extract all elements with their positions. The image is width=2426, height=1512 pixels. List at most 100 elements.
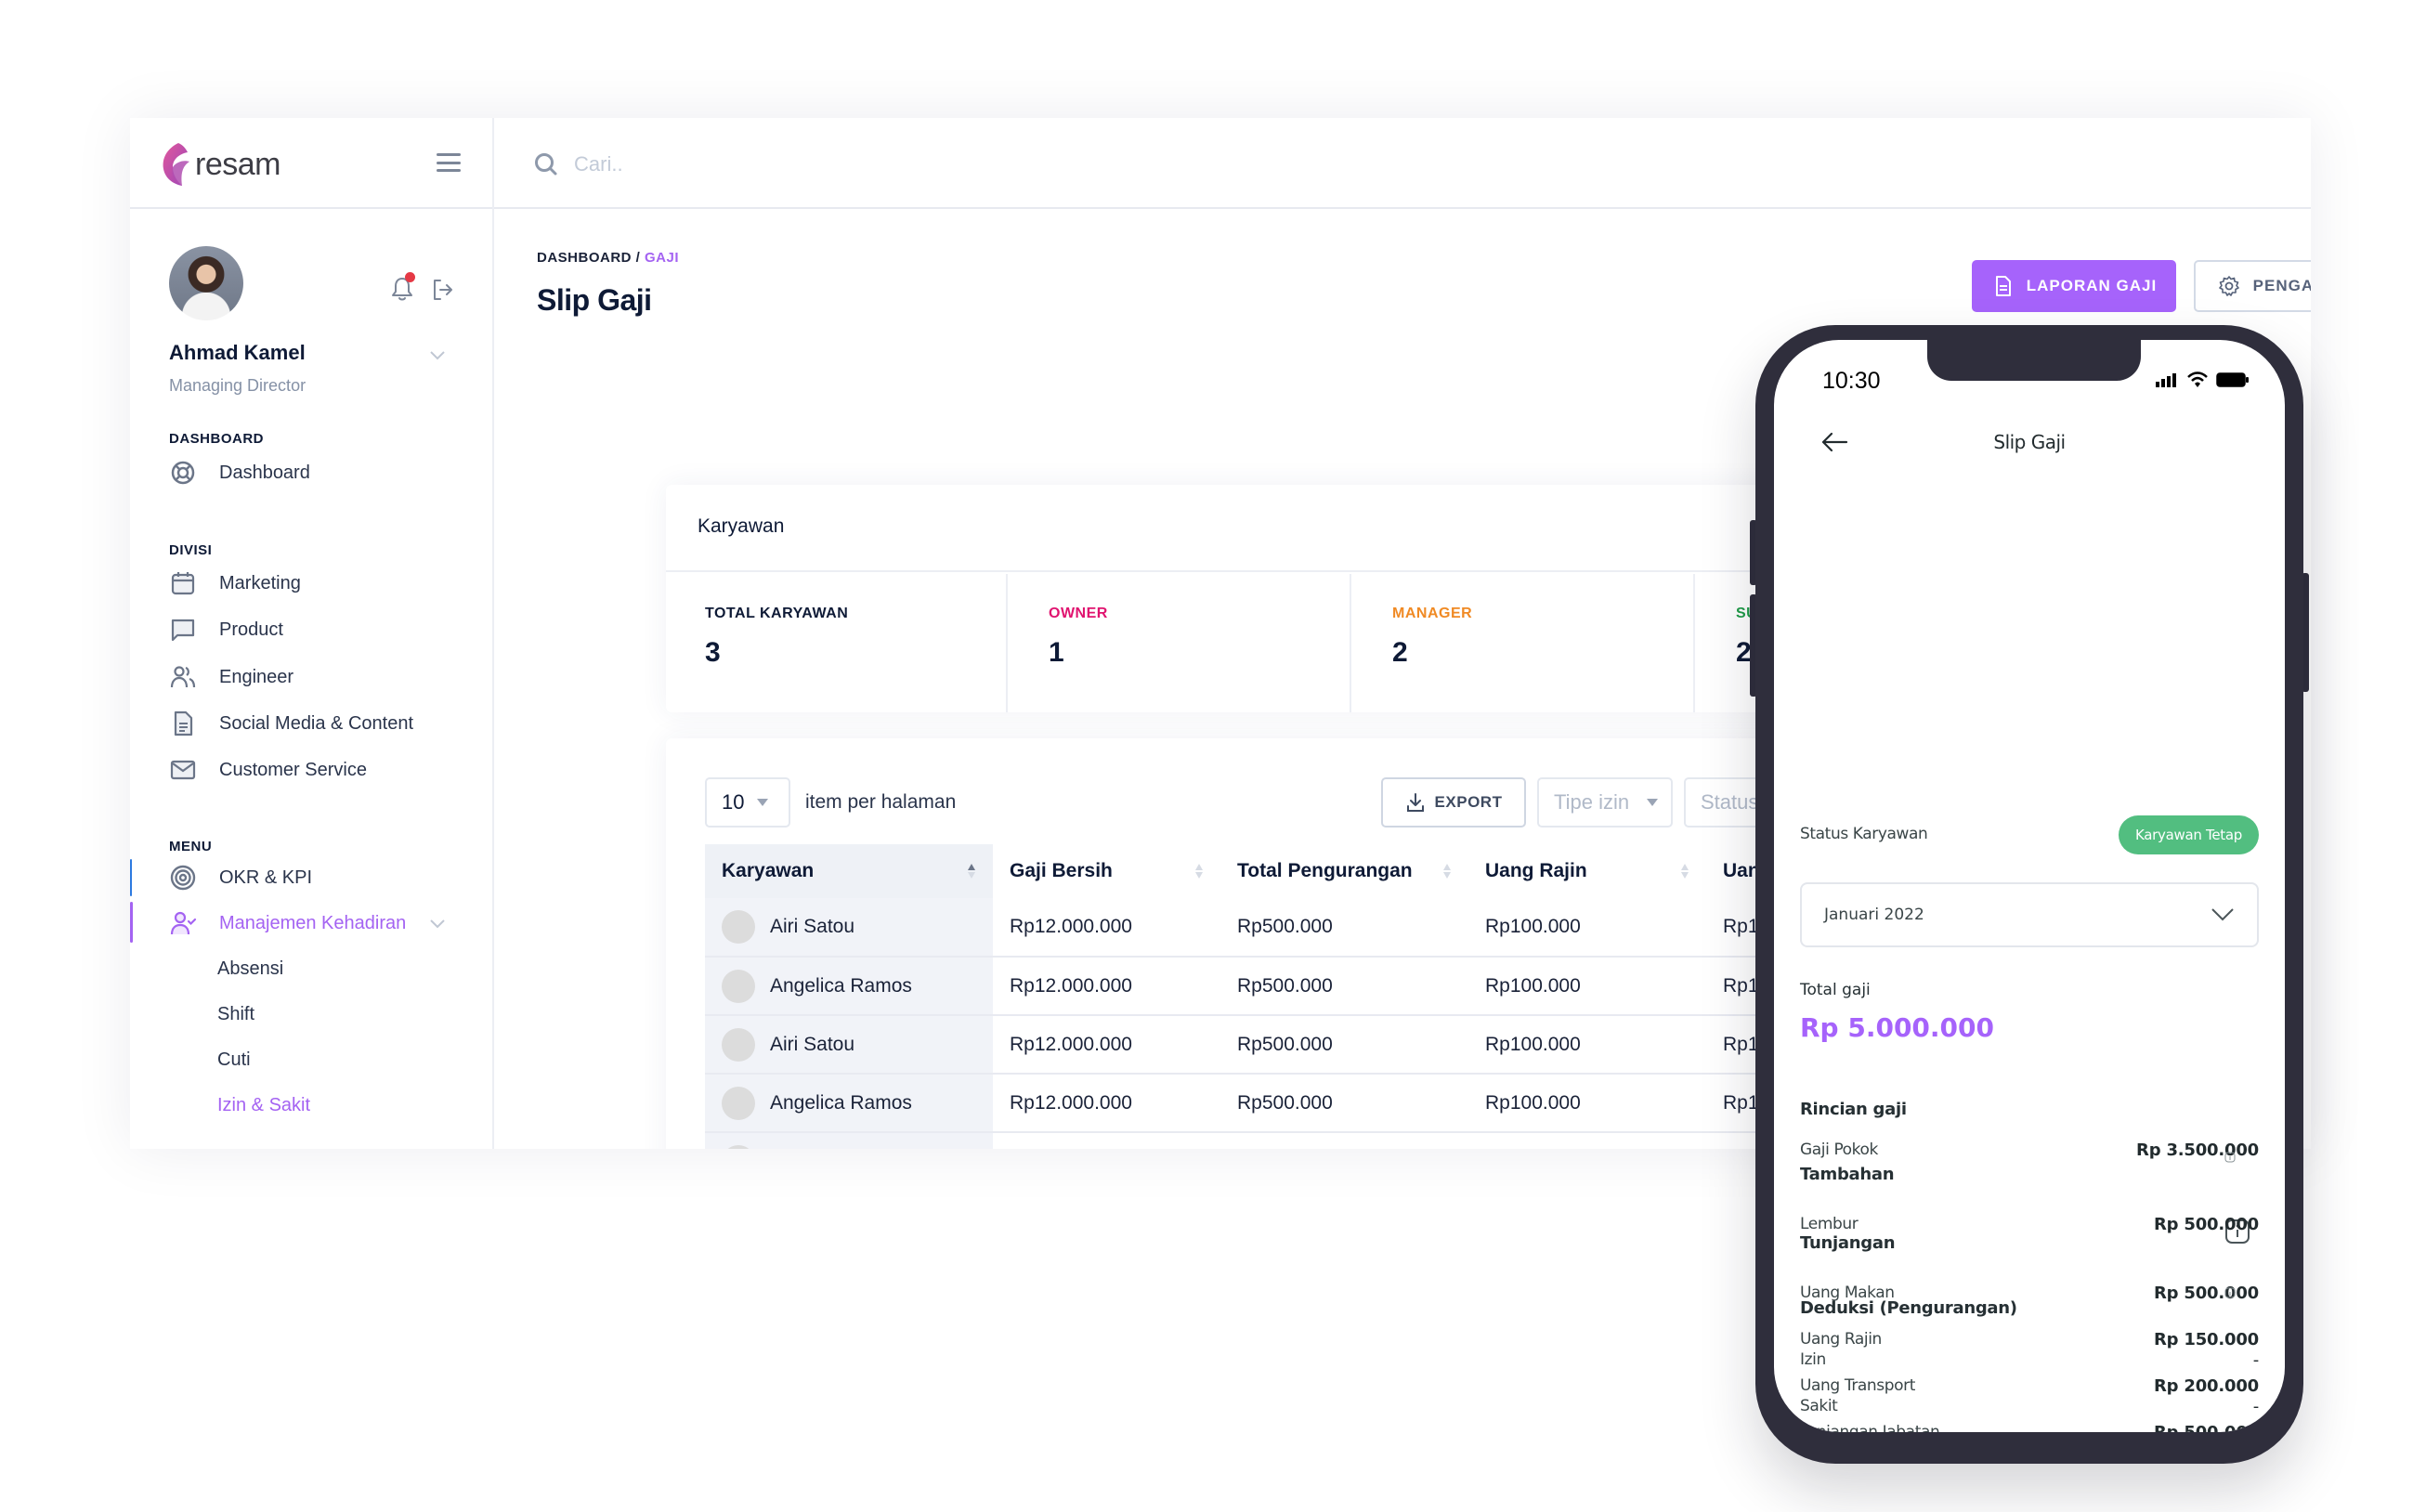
column-header-karyawan[interactable]: Karyawan	[705, 844, 993, 898]
employee-info: Airi Satou	[722, 910, 976, 944]
section-label-divisi: DIVISI	[169, 542, 213, 558]
battery-icon	[2216, 372, 2249, 387]
sidebar-item-label: Customer Service	[219, 759, 367, 780]
logout-icon[interactable]	[431, 278, 455, 302]
employee-stats-card: Karyawan TOTAL KARYAWAN 3 OWNER 1 MANAGE…	[666, 485, 1911, 712]
table-row[interactable]: Airi Satou Rp12.000.000Rp500.000Rp100.000…	[705, 898, 1911, 958]
stats-card-title: Karyawan	[698, 515, 785, 537]
breadcrumb: DASHBOARD / GAJI	[537, 250, 679, 266]
hover-indicator	[130, 859, 132, 896]
employee-name[interactable]: Airi Satou	[770, 1034, 854, 1056]
info-icon[interactable]	[2224, 1152, 2236, 1163]
sidebar-subitem-shift[interactable]: Shift	[217, 1004, 254, 1025]
breadcrumb-parent[interactable]: DASHBOARD	[537, 250, 632, 266]
employee-cell: Angelica Ramos	[705, 1074, 993, 1133]
employee-name[interactable]: Angelica Ramos	[770, 1092, 912, 1114]
employee-name[interactable]: Airi Satou	[770, 916, 854, 938]
status-karyawan-label: Status Karyawan	[1800, 825, 1928, 843]
column-header-label: Karyawan	[722, 860, 815, 881]
sidebar-item-marketing[interactable]: Marketing	[169, 567, 301, 600]
table-cell: Rp500.000	[1220, 957, 1468, 1016]
table-cell: Rp500.000	[1220, 1132, 1468, 1149]
column-header-gaji-bersih[interactable]: Gaji Bersih	[993, 844, 1220, 898]
table-cell: Rp12.000.000	[993, 957, 1220, 1016]
user-role: Managing Director	[169, 376, 307, 395]
filter-placeholder: Tipe izin	[1554, 790, 1630, 814]
deduksi-item-label: Izin	[1800, 1350, 1826, 1369]
sidebar-item-product[interactable]: Product	[169, 613, 283, 646]
chat-icon	[171, 619, 195, 642]
lifebuoy-icon	[171, 461, 195, 485]
sidebar-subitem-izin-sakit[interactable]: Izin & Sakit	[217, 1095, 310, 1116]
tipe-izin-filter[interactable]: Tipe izin	[1537, 777, 1673, 828]
sidebar-item-label: Engineer	[219, 666, 294, 687]
sidebar-item-manajemen-kehadiran[interactable]: Manajemen Kehadiran	[169, 906, 406, 940]
sort-icon	[1195, 864, 1203, 879]
total-gaji-value: Rp 5.000.000	[1800, 1012, 1995, 1043]
target-icon	[170, 865, 196, 891]
document-icon	[174, 710, 193, 736]
chevron-down-icon[interactable]	[429, 350, 446, 361]
caret-down-icon	[757, 799, 769, 806]
notification-dot	[405, 272, 415, 282]
employee-avatar	[722, 1086, 755, 1120]
avatar[interactable]	[169, 246, 243, 320]
caret-down-icon	[1647, 799, 1658, 806]
per-page-value: 10	[722, 790, 745, 814]
employee-avatar	[722, 910, 755, 944]
search-bar[interactable]	[533, 144, 1090, 185]
sidebar-item-label: Manajemen Kehadiran	[219, 912, 407, 933]
sidebar-item-social-media[interactable]: Social Media & Content	[169, 707, 413, 740]
pengaturan-label: PENGATURAN	[2252, 277, 2311, 294]
employee-status-badge: Karyawan Tetap	[2119, 815, 2259, 854]
table-header-row: Karyawan Gaji Bersih Total Pengurangan U…	[705, 844, 1911, 898]
sidebar-item-okr-kpi[interactable]: OKR & KPI	[169, 861, 312, 894]
sidebar-subitem-absensi[interactable]: Absensi	[217, 958, 283, 980]
breadcrumb-current: GAJI	[645, 250, 680, 266]
pengaturan-button[interactable]: PENGATURAN	[2194, 260, 2311, 312]
breadcrumb-separator: /	[632, 250, 646, 266]
table-row[interactable]: Airi Satou Rp12.000.000Rp500.000Rp100.000…	[705, 1015, 1911, 1075]
stat-label: TOTAL KARYAWAN	[705, 606, 849, 621]
column-header-uang-rajin[interactable]: Uang Rajin	[1468, 844, 1706, 898]
sidebar-item-label: OKR & KPI	[219, 867, 313, 888]
table-cell: Rp12.000.000	[993, 1132, 1220, 1149]
table-row[interactable]: Angelica Ramos Rp12.000.000 Rp500.000 Rp100…	[705, 1074, 1911, 1133]
export-button[interactable]: EXPORT	[1381, 777, 1526, 828]
table-body: Airi Satou Rp12.000.000 Rp500.000 Rp100.000…	[705, 898, 1911, 1149]
sidebar-item-engineer[interactable]: Engineer	[169, 660, 293, 694]
employee-name[interactable]: Angelica Ramos	[770, 975, 912, 997]
sidebar-item-customer-service[interactable]: Customer Service	[169, 753, 367, 787]
deduksi-item-value: -	[2252, 1350, 2260, 1370]
chevron-down-icon[interactable]	[429, 919, 446, 930]
employee-avatar	[722, 1027, 755, 1062]
employee-info: Airi Satou	[722, 1144, 976, 1149]
column-header-total-pengurangan[interactable]: Total Pengurangan	[1220, 844, 1468, 898]
app-screen-title: Slip Gaji	[1993, 431, 2066, 453]
stat-label: OWNER	[1049, 606, 1108, 621]
brand-logo[interactable]: resam	[160, 140, 280, 189]
sidebar-item-dashboard[interactable]: Dashboard	[169, 456, 310, 489]
table-cell: Rp12.000.000	[993, 898, 1220, 958]
sidebar-subitem-cuti[interactable]: Cuti	[217, 1049, 251, 1071]
month-select[interactable]: Januari 2022	[1800, 882, 2259, 947]
info-icon[interactable]	[2224, 1287, 2236, 1298]
employee-info: Airi Satou	[722, 1027, 976, 1062]
table-cell: Rp100.000	[1468, 1015, 1706, 1075]
stats-card-header: Karyawan	[666, 485, 1911, 572]
user-check-icon	[170, 911, 197, 935]
document-icon	[1995, 276, 2011, 296]
section-label-menu: MENU	[169, 839, 213, 854]
laporan-gaji-button[interactable]: LAPORAN GAJI	[1972, 260, 2176, 312]
search-input[interactable]	[574, 152, 1038, 176]
employee-info: Angelica Ramos	[722, 1086, 976, 1120]
table-row[interactable]: Airi Satou Rp12.000.000Rp500.000Rp100.000…	[705, 1132, 1911, 1149]
table-row[interactable]: Angelica Ramos Rp12.000.000 Rp500.000 Rp100…	[705, 957, 1911, 1016]
column-header-label: Total Pengurangan	[1237, 860, 1413, 881]
stat-value: 3	[705, 637, 721, 668]
column-header-label: Gaji Bersih	[1010, 860, 1113, 881]
per-page-select[interactable]: 10	[705, 777, 790, 828]
wifi-icon	[2187, 371, 2208, 387]
table-cell: Rp500.000	[1220, 1015, 1468, 1075]
menu-toggle-icon[interactable]	[437, 153, 461, 172]
